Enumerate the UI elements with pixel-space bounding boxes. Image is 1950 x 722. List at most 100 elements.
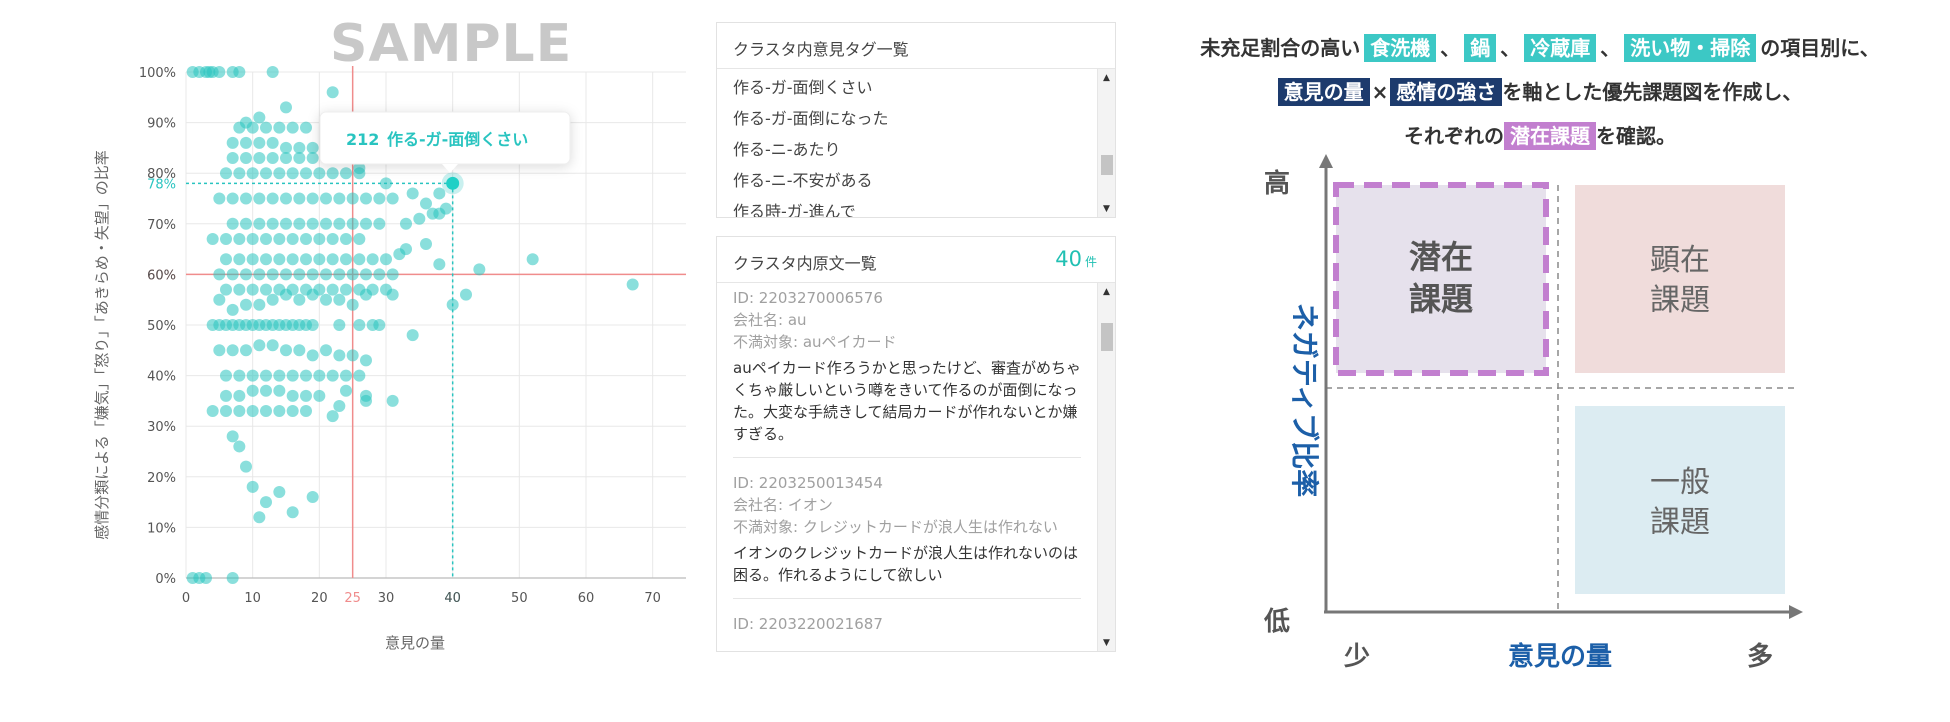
data-point[interactable] xyxy=(293,141,306,154)
data-point[interactable] xyxy=(306,217,319,230)
data-point[interactable] xyxy=(233,440,246,453)
data-point[interactable] xyxy=(220,167,232,180)
data-point[interactable] xyxy=(340,384,352,397)
data-point[interactable] xyxy=(300,121,312,134)
data-point[interactable] xyxy=(333,217,346,230)
data-point[interactable] xyxy=(240,268,252,281)
data-point[interactable] xyxy=(273,405,286,418)
data-point[interactable] xyxy=(446,298,459,311)
data-point[interactable] xyxy=(326,167,339,180)
data-point[interactable] xyxy=(226,303,239,316)
data-point[interactable] xyxy=(240,217,252,230)
data-point[interactable] xyxy=(400,243,412,256)
data-point[interactable] xyxy=(333,399,346,412)
data-point[interactable] xyxy=(340,253,352,266)
data-point[interactable] xyxy=(293,293,306,306)
data-point[interactable] xyxy=(233,283,246,296)
data-point[interactable] xyxy=(333,293,346,306)
tag-item[interactable]: 作る-ガ-面倒になった xyxy=(717,100,1097,131)
tag-list-scrollbar[interactable]: ▲ ▼ xyxy=(1097,69,1115,217)
scroll-up-arrow-icon[interactable]: ▲ xyxy=(1103,73,1110,83)
data-point[interactable] xyxy=(280,217,292,230)
data-point[interactable] xyxy=(373,268,386,281)
data-point[interactable] xyxy=(200,572,212,584)
data-point[interactable] xyxy=(273,485,286,498)
data-point[interactable] xyxy=(260,283,272,296)
data-point[interactable] xyxy=(320,192,332,205)
data-point[interactable] xyxy=(273,232,286,245)
data-point[interactable] xyxy=(226,572,239,584)
data-point[interactable] xyxy=(233,369,246,382)
data-point[interactable] xyxy=(206,405,219,418)
data-point[interactable] xyxy=(240,152,252,165)
data-point[interactable] xyxy=(213,344,226,357)
data-point[interactable] xyxy=(326,369,339,382)
data-point[interactable] xyxy=(220,405,232,418)
document-item[interactable]: ID: 2203270006576 会社名: au 不満対象: auペイカード … xyxy=(733,283,1081,458)
data-point[interactable] xyxy=(206,232,219,245)
data-point[interactable] xyxy=(260,496,272,509)
data-point[interactable] xyxy=(353,232,366,245)
data-point[interactable] xyxy=(240,344,252,357)
data-point[interactable] xyxy=(306,288,319,301)
data-point[interactable] xyxy=(293,217,306,230)
data-point[interactable] xyxy=(306,268,319,281)
data-point[interactable] xyxy=(320,268,332,281)
data-point[interactable] xyxy=(220,389,232,402)
data-point[interactable] xyxy=(260,121,272,134)
scroll-down-arrow-icon[interactable]: ▼ xyxy=(1103,204,1110,214)
data-point[interactable] xyxy=(246,232,259,245)
data-point[interactable] xyxy=(266,268,279,281)
data-point[interactable] xyxy=(220,369,232,382)
data-point[interactable] xyxy=(280,344,292,357)
data-point[interactable] xyxy=(226,136,239,149)
data-point[interactable] xyxy=(333,192,346,205)
data-point[interactable] xyxy=(360,268,372,281)
data-point[interactable] xyxy=(213,66,226,78)
data-point[interactable] xyxy=(213,268,226,281)
data-point[interactable] xyxy=(306,319,319,331)
data-point[interactable] xyxy=(313,253,326,266)
data-point[interactable] xyxy=(286,232,299,245)
scroll-thumb[interactable] xyxy=(1101,323,1113,351)
data-point[interactable] xyxy=(273,384,286,397)
data-point[interactable] xyxy=(360,288,372,301)
data-point[interactable] xyxy=(246,283,259,296)
document-item[interactable]: ID: 2203220021687 xyxy=(733,609,1081,647)
data-point[interactable] xyxy=(226,217,239,230)
selected-point[interactable] xyxy=(446,176,460,190)
data-point[interactable] xyxy=(326,253,339,266)
data-point[interactable] xyxy=(253,136,266,149)
data-point[interactable] xyxy=(320,293,332,306)
data-point[interactable] xyxy=(226,430,239,443)
data-point[interactable] xyxy=(260,253,272,266)
tag-item[interactable]: 作る-ニ-あたり xyxy=(717,131,1097,162)
data-point[interactable] xyxy=(213,293,226,306)
data-point[interactable] xyxy=(360,192,372,205)
data-point[interactable] xyxy=(226,344,239,357)
data-point[interactable] xyxy=(253,268,266,281)
data-point[interactable] xyxy=(286,389,299,402)
data-point[interactable] xyxy=(353,253,366,266)
data-point[interactable] xyxy=(226,192,239,205)
data-point[interactable] xyxy=(226,268,239,281)
data-point[interactable] xyxy=(240,298,252,311)
data-point[interactable] xyxy=(253,192,266,205)
data-point[interactable] xyxy=(386,268,399,281)
data-point[interactable] xyxy=(273,167,286,180)
data-point[interactable] xyxy=(313,232,326,245)
data-point[interactable] xyxy=(273,369,286,382)
data-point[interactable] xyxy=(300,232,312,245)
data-point[interactable] xyxy=(260,405,272,418)
data-point[interactable] xyxy=(320,217,332,230)
data-point[interactable] xyxy=(380,177,392,190)
opinion-scatter-plot[interactable]: 2560%4078% 0%10%20%30%40%50%60%70%80%90%… xyxy=(0,0,700,680)
data-point[interactable] xyxy=(300,369,312,382)
data-point[interactable] xyxy=(360,394,372,407)
data-point[interactable] xyxy=(326,86,339,99)
data-point[interactable] xyxy=(233,405,246,418)
data-point[interactable] xyxy=(346,349,359,362)
data-point[interactable] xyxy=(240,116,252,129)
data-point[interactable] xyxy=(280,101,292,114)
data-point[interactable] xyxy=(260,369,272,382)
